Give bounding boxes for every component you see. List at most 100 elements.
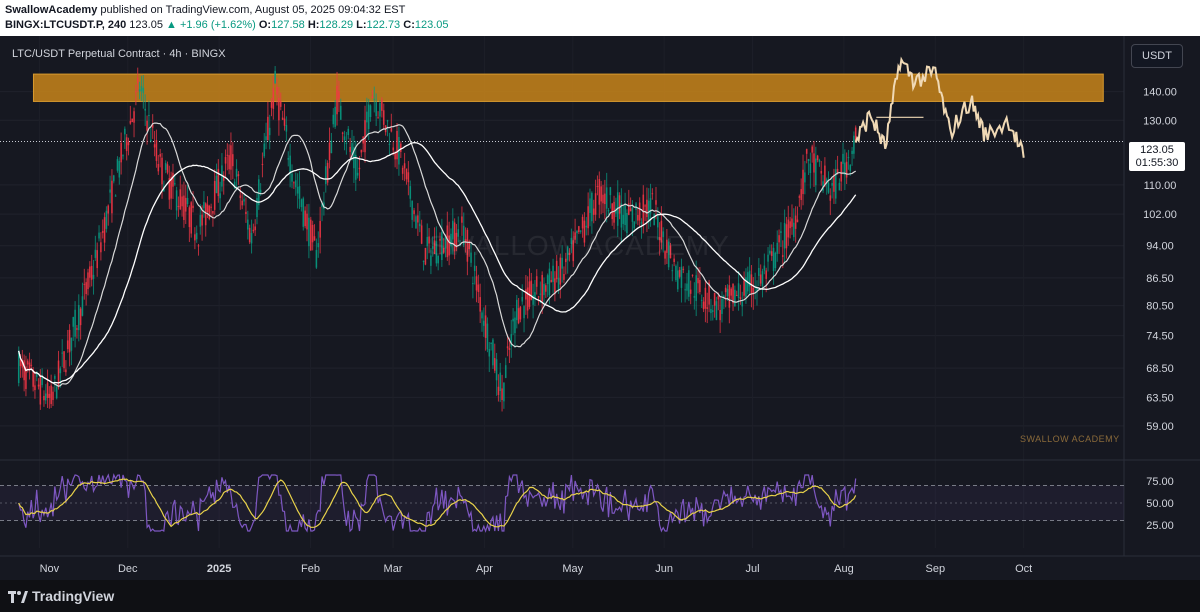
candle-body [804, 172, 806, 183]
low-label: L: [356, 19, 367, 31]
candle-body [144, 108, 146, 111]
candle-body [483, 320, 485, 326]
candle-body [309, 219, 312, 251]
candle-body [347, 128, 350, 135]
candle-body [302, 198, 305, 227]
candle-body [208, 205, 211, 220]
price-chart-svg[interactable]: 140.00 130.00 110.00 102.00 94.00 86.50 80.50 7… [0, 36, 1200, 580]
candle-body [43, 395, 45, 401]
candle-body [39, 374, 42, 405]
footer: TradingView [0, 580, 1200, 612]
candle-body [55, 386, 58, 399]
author-name[interactable]: SwallowAcademy [5, 4, 97, 16]
candle-body [46, 382, 49, 399]
price-tick-label: 130.00 [1143, 115, 1177, 127]
candle-body [600, 186, 602, 202]
candle-body [539, 293, 542, 295]
candle-body [237, 174, 240, 177]
symbol-name[interactable]: BINGX:LTCUSDT.P, 240 [5, 19, 126, 31]
candle-body [377, 117, 379, 119]
symbol-info: BINGX:LTCUSDT.P, 240 123.05 ▲ +1.96 (+1.… [5, 19, 449, 31]
candle-body [581, 216, 584, 229]
time-tick-label: Oct [1015, 563, 1032, 575]
time-tick-label: Feb [301, 563, 320, 575]
candle-body [717, 295, 720, 300]
candle-body [68, 329, 71, 353]
candle-body [199, 215, 202, 227]
candle-body [541, 274, 543, 302]
candle-body [851, 150, 853, 155]
candle-body [65, 369, 67, 373]
candle-body [598, 179, 601, 205]
price-tick-label: 86.50 [1146, 273, 1174, 285]
candle-body [129, 120, 132, 124]
candle-body [153, 144, 156, 148]
candle-body [587, 206, 589, 229]
candle-body [263, 143, 266, 157]
candle-body [479, 297, 481, 312]
currency-button[interactable]: USDT [1131, 44, 1183, 68]
candle-body [842, 153, 844, 164]
candle-body [700, 299, 703, 301]
candle-body [721, 298, 723, 314]
current-price-value: 123.05 [1140, 144, 1174, 156]
candle-body [228, 155, 230, 170]
candle-body [328, 142, 331, 160]
chart-title: LTC/USDT Perpetual Contract · 4h · BINGX [12, 48, 226, 60]
tradingview-logo[interactable]: TradingView [8, 588, 114, 604]
published-text: published on TradingView.com, August 05,… [100, 4, 406, 16]
candle-body [243, 199, 245, 202]
candle-body [813, 153, 815, 173]
candle-body [107, 205, 110, 214]
author-watermark: SWALLOW ACADEMY [1020, 434, 1120, 444]
candle-body [702, 301, 705, 310]
candle-body [201, 214, 203, 226]
candle-body [422, 260, 425, 262]
candle-body [96, 250, 99, 269]
candle-body [72, 317, 75, 327]
bar-countdown: 01:55:30 [1135, 157, 1179, 169]
candle-body [155, 140, 158, 161]
candle-body [711, 310, 714, 312]
candle-body [519, 306, 522, 320]
candle-body [838, 182, 841, 191]
candle-body [241, 200, 243, 206]
candle-body [640, 222, 643, 224]
candle-body [688, 270, 690, 297]
chart-area[interactable]: 140.00 130.00 110.00 102.00 94.00 86.50 80.50 7… [0, 36, 1200, 580]
moving-average-slow [18, 141, 857, 384]
candle-body [159, 154, 161, 157]
candle-body [585, 225, 588, 228]
price-tick-label: 68.50 [1146, 363, 1174, 375]
candle-body [484, 315, 487, 338]
candle-body [254, 226, 256, 231]
candle-body [778, 235, 780, 243]
candle-body [735, 295, 738, 297]
candle-body [109, 189, 111, 193]
candle-body [345, 142, 348, 144]
candle-body [188, 207, 191, 228]
candle-body [475, 276, 478, 291]
candle-body [537, 296, 540, 298]
candle-body [136, 77, 139, 84]
candle-body [48, 393, 51, 398]
candle-body [847, 157, 850, 159]
candle-body [120, 142, 122, 163]
time-tick-label: Apr [476, 563, 493, 575]
candle-body [100, 242, 102, 253]
candle-body [418, 223, 421, 227]
candle-body [341, 132, 344, 134]
candle-body [313, 236, 316, 241]
candle-body [424, 247, 427, 265]
candle-body [116, 159, 119, 171]
price-tick-label: 80.50 [1146, 301, 1174, 313]
candle-body [213, 181, 216, 210]
candle-body [589, 198, 591, 213]
candle-body [638, 202, 641, 221]
candle-body [759, 274, 762, 284]
publication-header: SwallowAcademy published on TradingView.… [0, 0, 1200, 36]
candle-body [148, 115, 150, 117]
candle-body [596, 186, 599, 188]
candle-body [296, 186, 299, 194]
candle-body [405, 168, 408, 180]
